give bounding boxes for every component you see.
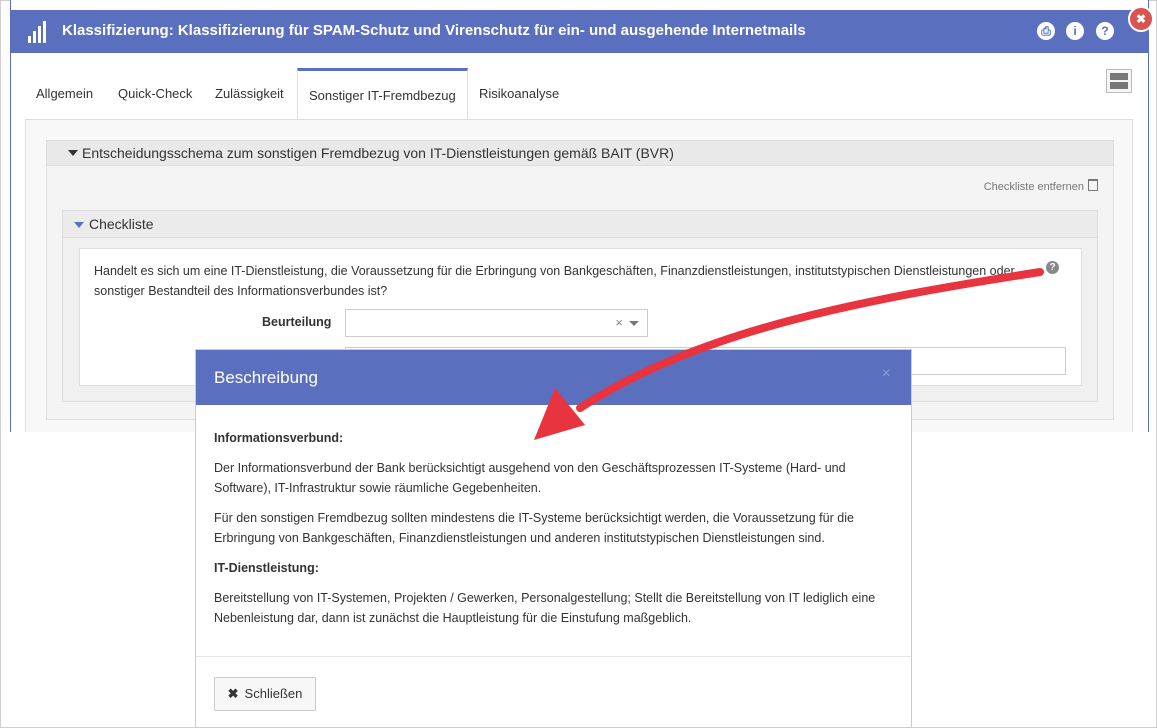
tab-quick-check[interactable]: Quick-Check (107, 68, 203, 120)
rating-select[interactable]: × (345, 309, 648, 337)
pdf-icon[interactable]: ⎙ (1037, 22, 1055, 40)
modal-close-icon[interactable]: × (882, 365, 891, 383)
title-bar: Klassifizierung: Klassifizierung für SPA… (11, 10, 1148, 53)
info-icon[interactable]: i (1066, 22, 1084, 40)
close-icon: ✖ (227, 686, 239, 701)
modal-footer: ✖ Schließen (196, 656, 911, 728)
question-help-icon[interactable]: ? (1046, 261, 1059, 274)
collapse-caret-icon (74, 222, 84, 228)
window-title: Klassifizierung: Klassifizierung für SPA… (62, 22, 806, 39)
paragraph-2: Für den sonstigen Fremdbezug sollten min… (214, 511, 854, 545)
checklist-title: Checkliste (89, 216, 154, 232)
paragraph-3: Bereitstellung von IT-Systemen, Projekte… (214, 591, 876, 625)
decision-schema-title: Entscheidungsschema zum sonstigen Fremdb… (82, 145, 674, 161)
remove-checklist-label: Checkliste entfernen (983, 181, 1084, 193)
checklist-header[interactable]: Checkliste (63, 211, 1097, 238)
question-text: Handelt es sich um eine IT-Dienstleistun… (94, 264, 1015, 298)
close-button[interactable]: ✖ Schließen (214, 677, 316, 711)
modal-title: Beschreibung (214, 368, 318, 387)
signal-bars-icon (28, 21, 48, 43)
decision-schema-header[interactable]: Entscheidungsschema zum sonstigen Fremdb… (47, 141, 1113, 166)
window-close-icon[interactable]: ✖ (1128, 6, 1154, 32)
tab-zulaessigkeit[interactable]: Zulässigkeit (204, 68, 295, 120)
chevron-down-icon[interactable] (629, 321, 639, 326)
help-icon[interactable]: ? (1096, 22, 1114, 40)
remove-checklist-link[interactable]: Checkliste entfernen (984, 179, 1098, 193)
tab-sonstiger-it-fremdbezug[interactable]: Sonstiger IT-Fremdbezug (297, 68, 468, 121)
description-modal: Beschreibung × Informationsverbund: Der … (195, 349, 912, 728)
collapse-caret-icon (68, 150, 78, 156)
tab-allgemein[interactable]: Allgemein (25, 68, 104, 120)
layout-toggle-button[interactable] (1106, 69, 1132, 93)
tab-risikoanalyse[interactable]: Risikoanalyse (468, 68, 570, 120)
modal-body: Informationsverbund: Der Informationsver… (214, 428, 889, 638)
rating-label: Beurteilung (262, 315, 332, 329)
trash-icon (1088, 179, 1098, 191)
modal-header: Beschreibung × (196, 350, 911, 405)
paragraph-1: Der Informationsverbund der Bank berücks… (214, 461, 846, 495)
clear-icon[interactable]: × (615, 315, 623, 330)
heading-it-dienstleistung: IT-Dienstleistung: (214, 561, 319, 575)
heading-informationsverbund: Informationsverbund: (214, 431, 344, 445)
close-button-label: Schließen (244, 686, 303, 701)
